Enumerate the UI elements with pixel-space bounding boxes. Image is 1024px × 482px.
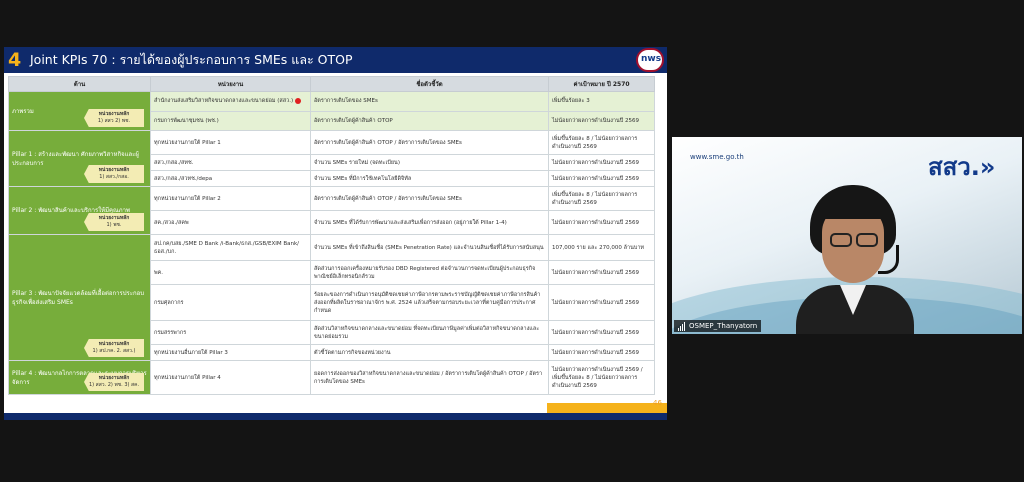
participant-video-tile[interactable]: www.sme.go.th สสว.» OSMEP_Thanyatorn	[672, 137, 1022, 334]
nws-logo: nws	[636, 48, 664, 72]
kpi-cell: จำนวน SMEs ที่มีการใช้เทคโนโลยีดิจิทัล	[310, 170, 549, 187]
kpi-cell: ยอดการส่งออกของวิสาหกิจขนาดกลางและขนาดย่…	[310, 360, 549, 395]
table-row: Pillar 3 : พัฒนาปัจจัยแวดล้อมที่เอื้อต่อ…	[8, 234, 655, 361]
lead-agency-tag: หน่วยงานหลัก 1) สสว 2) พช.	[84, 109, 144, 127]
table-row: Pillar 1 : สร้างและพัฒนา ศักยภาพวิสาหกิจ…	[8, 130, 655, 187]
agency-cell: สำนักงานส่งเสริมวิสาหกิจขนาดกลางและขนาดย…	[150, 91, 311, 112]
target-cell: เพิ่มขึ้นร้อยละ 8 / ไม่น้อยกว่าผลการดำเน…	[548, 186, 655, 211]
col-header-area: ด้าน	[8, 76, 151, 92]
target-cell: เพิ่มขึ้นร้อยละ 3	[548, 91, 655, 112]
slide-title: Joint KPIs 70 : รายได้ของผู้ประกอบการ SM…	[30, 52, 353, 67]
agency-cell: ทุกหน่วยงานอื่นภายใต้ Pillar 3	[150, 344, 311, 361]
kpi-cell: สัดส่วนการออกเครื่องหมายรับรอง DBD Regis…	[310, 260, 549, 285]
tag-value: 1) สสว. 2) พช. 3) สค.	[88, 382, 140, 388]
tag-value: 1) สสว 2) พช.	[97, 118, 131, 124]
pillar-2: Pillar 2 : พัฒนาสินค้าและบริการให้มีคุณภ…	[8, 186, 151, 235]
agency-cell: สสว./กสอ./สวทช./depa	[150, 170, 311, 187]
osmep-logo: สสว.»	[928, 153, 996, 181]
target-cell: เพิ่มขึ้นร้อยละ 8 / ไม่น้อยกว่าผลการดำเน…	[548, 130, 655, 155]
pillar-1: Pillar 1 : สร้างและพัฒนา ศักยภาพวิสาหกิจ…	[8, 130, 151, 187]
glasses-left	[830, 233, 852, 247]
hair-bangs	[818, 193, 888, 219]
target-cell: 107,000 ราย และ 270,000 ล้านบาท	[548, 234, 655, 261]
target-cell: ไม่น้อยกว่าผลการดำเนินงานปี 2569	[548, 170, 655, 187]
kpi-cell: อัตราการเติบโตผู้ค้าสินค้า OTOP	[310, 110, 549, 131]
table-row: Pillar 4 : พัฒนากลไกการตลาดและระบบการบริ…	[8, 360, 655, 395]
kpi-cell: จำนวน SMEs ที่เข้าถึงสินเชื่อ (SMEs Pene…	[310, 234, 549, 261]
participant-avatar	[796, 185, 914, 334]
target-cell: ไม่น้อยกว่าผลการดำเนินงานปี 2569	[548, 320, 655, 345]
agency-cell: พค.	[150, 260, 311, 285]
kpi-cell: สัดส่วนวิสาหกิจขนาดกลางและขนาดย่อม ที่จด…	[310, 320, 549, 345]
lead-agency-tag: หน่วยงานหลัก 1) สสว./กสอ.	[84, 165, 144, 183]
target-cell: ไม่น้อยกว่าผลการดำเนินงานปี 2569	[548, 210, 655, 235]
website-text: www.sme.go.th	[690, 153, 744, 161]
slide-header: 4 Joint KPIs 70 : รายได้ของผู้ประกอบการ …	[4, 47, 667, 73]
target-cell: ไม่น้อยกว่าผลการดำเนินงานปี 2569	[548, 260, 655, 285]
pillar-title: Pillar 3 : พัฒนาปัจจัยแวดล้อมที่เอื้อต่อ…	[12, 289, 144, 306]
agency-cell: สป.กค/บสย./SME D Bank /i-Bank/ธกส./GSB/E…	[150, 234, 311, 261]
agency-cell: สค./สวอ./สคพ	[150, 210, 311, 235]
kpi-cell: ตัวชี้วัดตามภารกิจของหน่วยงาน	[310, 344, 549, 361]
kpi-cell: อัตราการเติบโตผู้ค้าสินค้า OTOP / อัตราก…	[310, 130, 549, 155]
tag-value: 1) สป.กค. 2. สสว.)	[92, 348, 136, 354]
slide-number: 4	[8, 49, 22, 71]
agency-cell: กรมสรรพากร	[150, 320, 311, 345]
agency-cell: ทุกหน่วยงานภายใต้ Pillar 2	[150, 186, 311, 211]
kpi-table: ด้าน หน่วยงาน ชื่อตัวชี้วัด ค่าเป้าหมาย …	[8, 76, 655, 395]
target-cell: ไม่น้อยกว่าผลการดำเนินงานปี 2569	[548, 110, 655, 131]
participant-name-tag: OSMEP_Thanyatorn	[674, 320, 762, 332]
target-cell: ไม่น้อยกว่าผลการดำเนินงานปี 2569	[548, 344, 655, 361]
kpi-cell: อัตราการเติบโตผู้ค้าสินค้า OTOP / อัตราก…	[310, 186, 549, 211]
kpi-cell: อัตราการเติบโตของ SMEs	[310, 91, 549, 112]
agency-text: สำนักงานส่งเสริมวิสาหกิจขนาดกลางและขนาดย…	[154, 98, 294, 105]
signal-icon	[678, 321, 686, 331]
pillar-title: Pillar 1 : สร้างและพัฒนา ศักยภาพวิสาหกิจ…	[12, 150, 139, 167]
target-cell: ไม่น้อยกว่าผลการดำเนินงานปี 2569	[548, 154, 655, 171]
agency-cell: ทุกหน่วยงานภายใต้ Pillar 1	[150, 130, 311, 155]
agency-cell: สสว./กสอ./สทช.	[150, 154, 311, 171]
pointer-icon	[295, 97, 302, 104]
col-header-kpi: ชื่อตัวชี้วัด	[310, 76, 549, 92]
target-cell: ไม่น้อยกว่าผลการดำเนินงานปี 2569	[548, 284, 655, 321]
col-header-agency: หน่วยงาน	[150, 76, 311, 92]
footer-stripe	[4, 413, 667, 420]
agency-cell: กรมศุลกากร	[150, 284, 311, 321]
table-header-row: ด้าน หน่วยงาน ชื่อตัวชี้วัด ค่าเป้าหมาย …	[8, 76, 655, 92]
tag-value: 1) สสว./กสอ.	[99, 174, 129, 180]
logo-text: nws	[641, 54, 662, 64]
col-header-target: ค่าเป้าหมาย ปี 2570	[548, 76, 655, 92]
pillar-3: Pillar 3 : พัฒนาปัจจัยแวดล้อมที่เอื้อต่อ…	[8, 234, 151, 361]
glasses-right	[856, 233, 878, 247]
tag-label: หน่วยงานหลัก	[98, 167, 130, 173]
agency-cell: ทุกหน่วยงานภายใต้ Pillar 4	[150, 360, 311, 395]
lead-agency-tag: หน่วยงานหลัก 1) สป.กค. 2. สสว.)	[84, 339, 144, 357]
shared-slide: 4 Joint KPIs 70 : รายได้ของผู้ประกอบการ …	[4, 47, 667, 420]
pillar-overview: ภาพรวม หน่วยงานหลัก 1) สสว 2) พช.	[8, 91, 151, 131]
target-cell: ไม่น้อยกว่าผลการดำเนินงานปี 2569 / เพิ่ม…	[548, 360, 655, 395]
table-row: Pillar 2 : พัฒนาสินค้าและบริการให้มีคุณภ…	[8, 186, 655, 235]
tag-label: หน่วยงานหลัก	[98, 341, 130, 347]
agency-cell: กรมการพัฒนาชุมชน (พช.)	[150, 110, 311, 131]
lead-agency-tag: หน่วยงานหลัก 1) พช.	[84, 213, 144, 231]
tag-value: 1) พช.	[106, 222, 122, 228]
kpi-cell: จำนวน SMEs ที่ได้รับการพัฒนาและส่งเสริมเ…	[310, 210, 549, 235]
lead-agency-tag: หน่วยงานหลัก 1) สสว. 2) พช. 3) สค.	[84, 373, 144, 391]
headset-mic-icon	[878, 245, 899, 274]
tag-label: หน่วยงานหลัก	[98, 215, 130, 221]
table-row: ภาพรวม หน่วยงานหลัก 1) สสว 2) พช. สำนักงา…	[8, 91, 655, 131]
participant-name: OSMEP_Thanyatorn	[689, 322, 758, 330]
pillar-4: Pillar 4 : พัฒนากลไกการตลาดและระบบการบริ…	[8, 360, 151, 395]
tag-label: หน่วยงานหลัก	[98, 111, 130, 117]
kpi-cell: จำนวน SMEs รายใหม่ (จดทะเบียน)	[310, 154, 549, 171]
page-number: 46	[653, 399, 662, 407]
kpi-cell: ร้อยละของการดำเนินการอนุมัติชดเชยค่าภาษี…	[310, 284, 549, 321]
tag-label: หน่วยงานหลัก	[98, 375, 130, 381]
